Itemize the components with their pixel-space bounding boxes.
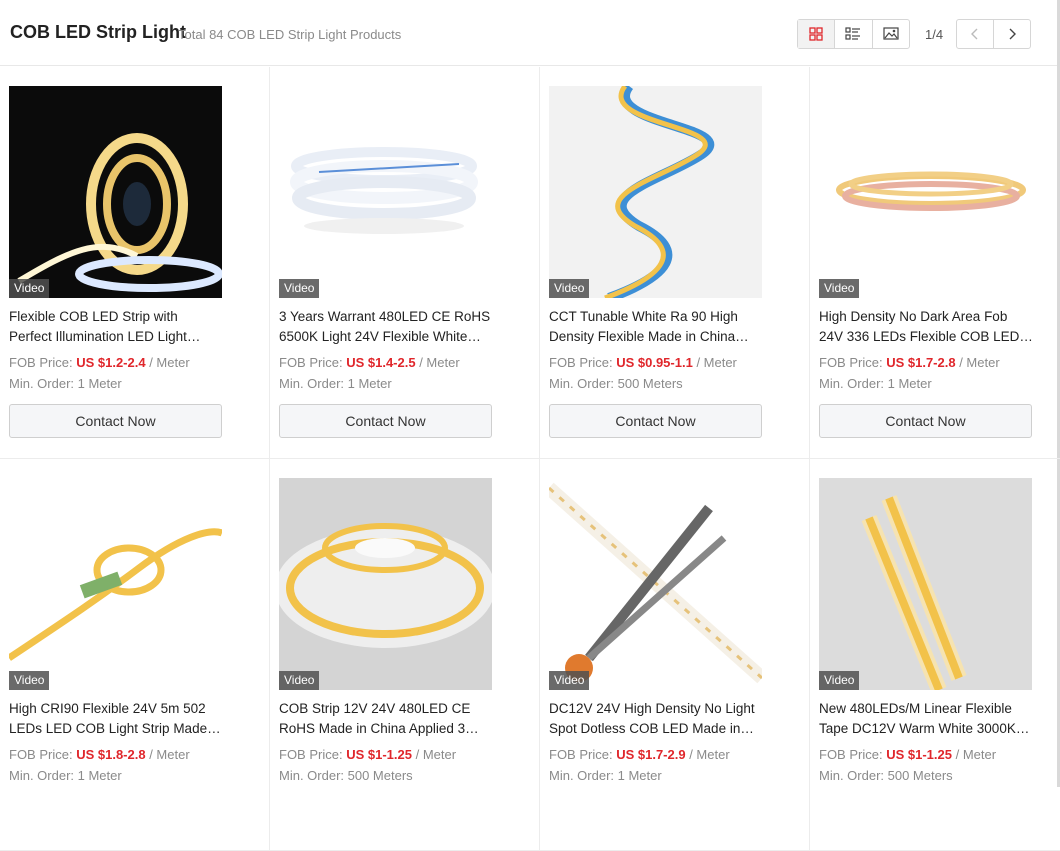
product-title[interactable]: 3 Years Warrant 480LED CE RoHS 6500K Lig…	[279, 307, 494, 347]
price-value: US $1.7-2.8	[886, 355, 956, 370]
grid-view-icon	[809, 27, 823, 41]
next-page-button[interactable]	[993, 20, 1030, 48]
product-image[interactable]: Video	[549, 86, 762, 298]
product-price: FOB Price: US $1.2-2.4 / Meter	[9, 355, 190, 370]
price-unit: / Meter	[149, 747, 190, 762]
product-price: FOB Price: US $1.8-2.8 / Meter	[9, 747, 190, 762]
product-title[interactable]: Flexible COB LED Strip with Perfect Illu…	[9, 307, 224, 347]
price-value: US $1-1.25	[346, 747, 412, 762]
fob-label: FOB Price:	[549, 747, 613, 762]
list-view-icon	[845, 27, 861, 40]
product-card: Video High Density No Dark Area Fob 24V …	[810, 67, 1060, 459]
product-card: Video New 480LEDs/M Linear Flexible Tape…	[810, 459, 1060, 851]
product-card: Video 3 Years Warrant 480LED CE RoHS 650…	[270, 67, 540, 459]
product-card: Video Flexible COB LED Strip with Perfec…	[0, 67, 270, 459]
product-price: FOB Price: US $1-1.25 / Meter	[819, 747, 996, 762]
product-image[interactable]: Video	[549, 478, 762, 690]
product-title[interactable]: New 480LEDs/M Linear Flexible Tape DC12V…	[819, 699, 1034, 739]
price-unit: / Meter	[415, 747, 457, 762]
chevron-right-icon	[1009, 28, 1016, 40]
price-unit: / Meter	[689, 747, 730, 762]
min-order: Min. Order: 1 Meter	[9, 376, 122, 391]
view-toggle-group	[797, 19, 910, 49]
price-value: US $1.7-2.9	[616, 747, 686, 762]
price-unit: / Meter	[959, 355, 1000, 370]
contact-now-button[interactable]: Contact Now	[279, 404, 492, 438]
video-badge: Video	[819, 279, 860, 298]
video-badge: Video	[549, 279, 590, 298]
fob-label: FOB Price:	[819, 355, 883, 370]
prev-page-button[interactable]	[957, 20, 993, 48]
fob-label: FOB Price:	[549, 355, 613, 370]
min-order: Min. Order: 1 Meter	[549, 768, 662, 783]
gallery-view-button[interactable]	[873, 20, 909, 48]
price-unit: / Meter	[696, 355, 737, 370]
chevron-left-icon	[971, 28, 978, 40]
page-title: COB LED Strip Light	[10, 22, 186, 42]
fob-label: FOB Price:	[279, 747, 343, 762]
video-badge: Video	[549, 671, 590, 690]
fob-label: FOB Price:	[819, 747, 883, 762]
fob-label: FOB Price:	[9, 355, 73, 370]
video-badge: Video	[819, 671, 860, 690]
price-value: US $0.95-1.1	[616, 355, 693, 370]
pagination	[956, 19, 1031, 49]
contact-now-button[interactable]: Contact Now	[549, 404, 762, 438]
price-value: US $1-1.25	[886, 747, 952, 762]
min-order: Min. Order: 500 Meters	[279, 768, 413, 783]
contact-now-button[interactable]: Contact Now	[819, 404, 1032, 438]
product-card: Video CCT Tunable White Ra 90 High Densi…	[540, 67, 810, 459]
price-unit: / Meter	[419, 355, 460, 370]
product-image[interactable]: Video	[819, 86, 1032, 298]
contact-now-button[interactable]: Contact Now	[9, 404, 222, 438]
price-value: US $1.2-2.4	[76, 355, 146, 370]
product-image[interactable]: Video	[279, 478, 492, 690]
listing-header: COB LED Strip Light Total 84 COB LED Str…	[0, 0, 1060, 66]
product-image[interactable]: Video	[279, 86, 492, 298]
product-card: Video DC12V 24V High Density No Light Sp…	[540, 459, 810, 851]
min-order: Min. Order: 500 Meters	[549, 376, 683, 391]
video-badge: Video	[9, 671, 50, 690]
product-title[interactable]: High CRI90 Flexible 24V 5m 502 LEDs LED …	[9, 699, 224, 739]
list-view-button[interactable]	[835, 20, 873, 48]
product-image[interactable]: Video	[9, 86, 222, 298]
product-grid: Video Flexible COB LED Strip with Perfec…	[0, 67, 1060, 851]
video-badge: Video	[279, 279, 320, 298]
fob-label: FOB Price:	[9, 747, 73, 762]
min-order: Min. Order: 1 Meter	[819, 376, 932, 391]
product-count: Total 84 COB LED Strip Light Products	[178, 27, 402, 42]
product-price: FOB Price: US $1.7-2.8 / Meter	[819, 355, 1000, 370]
product-title[interactable]: High Density No Dark Area Fob 24V 336 LE…	[819, 307, 1034, 347]
price-unit: / Meter	[955, 747, 997, 762]
fob-label: FOB Price:	[279, 355, 343, 370]
grid-view-button[interactable]	[798, 20, 836, 48]
video-badge: Video	[9, 279, 50, 298]
product-title[interactable]: COB Strip 12V 24V 480LED CE RoHS Made in…	[279, 699, 494, 739]
gallery-view-icon	[883, 27, 899, 40]
video-badge: Video	[279, 671, 320, 690]
price-unit: / Meter	[149, 355, 190, 370]
price-value: US $1.8-2.8	[76, 747, 146, 762]
min-order: Min. Order: 500 Meters	[819, 768, 953, 783]
product-price: FOB Price: US $0.95-1.1 / Meter	[549, 355, 737, 370]
product-image[interactable]: Video	[9, 478, 222, 690]
min-order: Min. Order: 1 Meter	[279, 376, 392, 391]
price-value: US $1.4-2.5	[346, 355, 416, 370]
product-card: Video High CRI90 Flexible 24V 5m 502 LED…	[0, 459, 270, 851]
product-title[interactable]: DC12V 24V High Density No Light Spot Dot…	[549, 699, 764, 739]
product-price: FOB Price: US $1.4-2.5 / Meter	[279, 355, 460, 370]
product-title[interactable]: CCT Tunable White Ra 90 High Density Fle…	[549, 307, 764, 347]
product-price: FOB Price: US $1-1.25 / Meter	[279, 747, 456, 762]
product-price: FOB Price: US $1.7-2.9 / Meter	[549, 747, 730, 762]
product-card: Video COB Strip 12V 24V 480LED CE RoHS M…	[270, 459, 540, 851]
page-indicator: 1/4	[925, 27, 944, 42]
product-image[interactable]: Video	[819, 478, 1032, 690]
min-order: Min. Order: 1 Meter	[9, 768, 122, 783]
